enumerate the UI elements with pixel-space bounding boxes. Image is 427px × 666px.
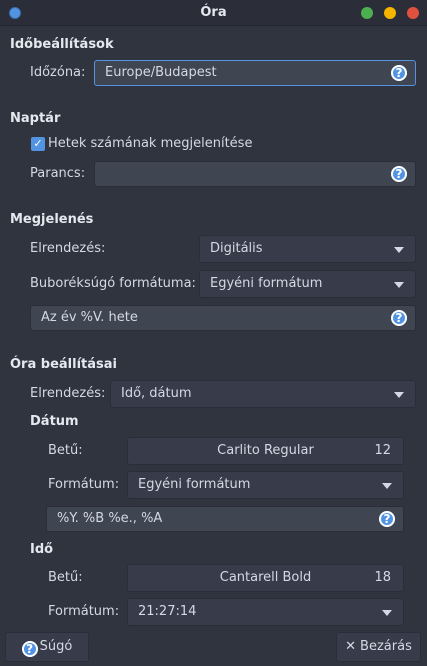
time-settings-heading: Időbeállítások bbox=[10, 37, 114, 52]
close-window-button[interactable] bbox=[407, 7, 419, 19]
clock-settings-heading: Óra beállításai bbox=[10, 357, 117, 372]
chevron-down-icon bbox=[394, 282, 404, 288]
clock-layout-dropdown[interactable]: Idő, dátum bbox=[110, 380, 416, 408]
close-button-label: Bezárás bbox=[360, 639, 412, 654]
date-heading: Dátum bbox=[30, 414, 79, 429]
week-numbers-label: Hetek számának megjelenítése bbox=[48, 136, 253, 151]
clock-layout-value: Idő, dátum bbox=[121, 386, 192, 401]
help-button[interactable]: ? Súgó bbox=[5, 632, 89, 662]
layout-value: Digitális bbox=[210, 241, 263, 256]
timezone-input[interactable]: Europe/Budapest ? bbox=[94, 60, 416, 86]
layout-label: Elrendezés: bbox=[30, 241, 106, 256]
date-custom-format-input[interactable]: %Y. %B %e., %A ? bbox=[46, 506, 404, 532]
date-format-dropdown[interactable]: Egyéni formátum bbox=[127, 471, 404, 499]
date-format-label: Formátum: bbox=[48, 477, 120, 492]
date-custom-format-value: %Y. %B %e., %A bbox=[57, 511, 163, 526]
command-input[interactable]: ? bbox=[94, 161, 416, 187]
tooltip-custom-format-value: Az év %V. hete bbox=[41, 310, 138, 325]
time-font-button[interactable]: Cantarell Bold 18 bbox=[127, 564, 404, 592]
close-icon: ✕ bbox=[345, 639, 357, 654]
help-icon: ? bbox=[21, 641, 38, 657]
help-icon[interactable]: ? bbox=[391, 65, 407, 81]
chevron-down-icon bbox=[382, 610, 392, 616]
close-button[interactable]: ✕ Bezárás bbox=[336, 632, 421, 662]
clock-layout-label: Elrendezés: bbox=[30, 386, 106, 401]
tooltip-custom-format-input[interactable]: Az év %V. hete ? bbox=[30, 305, 416, 331]
title-bar: Óra bbox=[0, 0, 427, 26]
time-format-value: 21:27:14 bbox=[138, 604, 197, 619]
chevron-down-icon bbox=[394, 247, 404, 253]
time-font-label: Betű: bbox=[48, 570, 83, 585]
minimize-button[interactable] bbox=[384, 7, 396, 19]
help-icon[interactable]: ? bbox=[379, 511, 395, 527]
date-format-value: Egyéni formátum bbox=[138, 477, 251, 492]
timezone-label: Időzóna: bbox=[30, 65, 86, 80]
help-icon[interactable]: ? bbox=[391, 310, 407, 326]
week-numbers-checkbox[interactable]: ✓ bbox=[31, 137, 45, 151]
chevron-down-icon bbox=[394, 392, 404, 398]
time-format-dropdown[interactable]: 21:27:14 bbox=[127, 598, 404, 626]
time-format-label: Formátum: bbox=[48, 604, 120, 619]
help-icon[interactable]: ? bbox=[391, 166, 407, 182]
tooltip-format-dropdown[interactable]: Egyéni formátum bbox=[199, 270, 416, 298]
maximize-button[interactable] bbox=[361, 7, 373, 19]
tooltip-format-value: Egyéni formátum bbox=[210, 276, 323, 291]
date-font-label: Betű: bbox=[48, 443, 83, 458]
calendar-heading: Naptár bbox=[10, 111, 61, 126]
date-font-size: 12 bbox=[374, 443, 391, 458]
tooltip-format-label: Buboréksúgó formátuma: bbox=[30, 276, 196, 291]
time-font-name: Cantarell Bold bbox=[219, 570, 312, 585]
chevron-down-icon bbox=[382, 483, 392, 489]
time-heading: Idő bbox=[30, 542, 54, 557]
date-font-button[interactable]: Carlito Regular 12 bbox=[127, 437, 404, 465]
time-font-size: 18 bbox=[374, 570, 391, 585]
appearance-heading: Megjelenés bbox=[10, 212, 94, 227]
help-button-label: Súgó bbox=[39, 639, 73, 654]
timezone-value: Europe/Budapest bbox=[105, 65, 217, 80]
date-font-name: Carlito Regular bbox=[217, 443, 314, 458]
command-label: Parancs: bbox=[30, 166, 86, 181]
layout-dropdown[interactable]: Digitális bbox=[199, 235, 416, 263]
